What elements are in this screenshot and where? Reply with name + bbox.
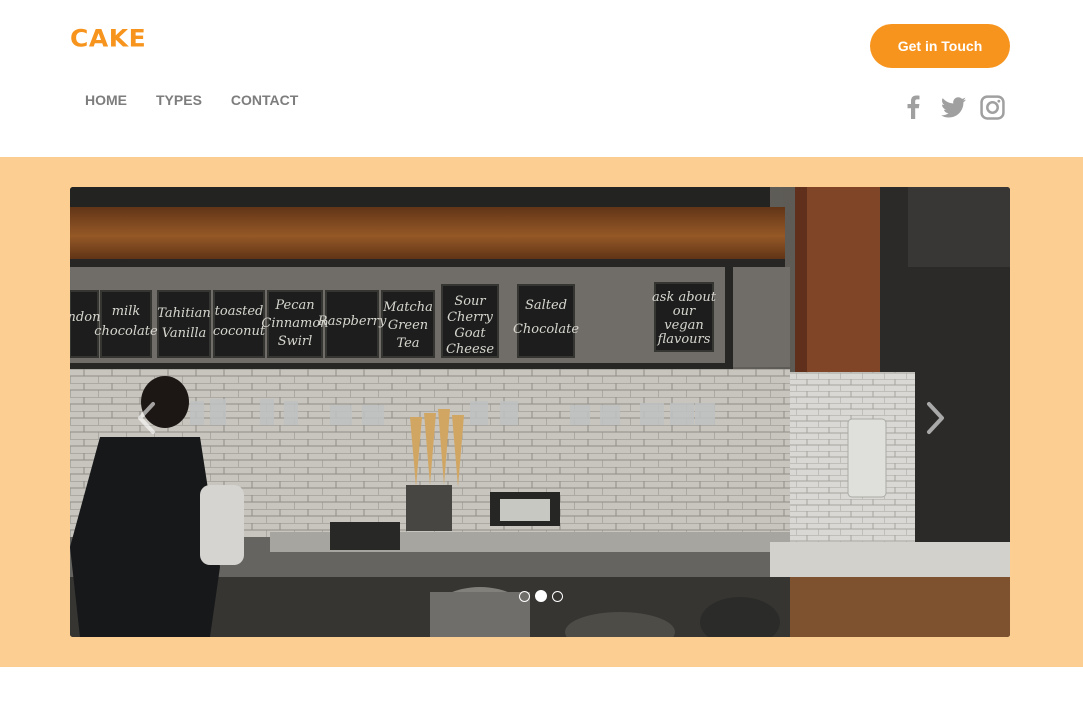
carousel-next-button[interactable] <box>921 400 951 436</box>
facebook-icon[interactable] <box>903 94 923 120</box>
twitter-icon[interactable] <box>940 94 966 120</box>
chevron-left-icon <box>138 402 155 434</box>
carousel-slide-image: ndon milkchocolate TahitianVanilla toast… <box>70 187 1010 637</box>
nav-item-types[interactable]: TYPES <box>156 92 202 108</box>
chevron-right-icon <box>927 402 944 434</box>
nav-item-home[interactable]: HOME <box>85 92 127 108</box>
carousel-indicators <box>519 590 563 602</box>
carousel-indicator[interactable] <box>519 590 530 602</box>
instagram-icon[interactable] <box>979 94 1005 120</box>
site-header: CAKE HOME TYPES CONTACT Get in Touch <box>0 0 1083 157</box>
nav-item-contact[interactable]: CONTACT <box>231 92 298 108</box>
brand-logo[interactable]: CAKE <box>70 25 146 53</box>
hero-carousel[interactable]: ndon milk chocolate Tahitian Vanilla toast… <box>70 187 1010 637</box>
carousel-indicator-active[interactable] <box>535 590 547 602</box>
get-in-touch-button[interactable]: Get in Touch <box>870 24 1010 68</box>
carousel-prev-button[interactable] <box>131 400 161 436</box>
main-nav: HOME TYPES CONTACT <box>85 92 298 108</box>
carousel-indicator[interactable] <box>552 590 563 602</box>
